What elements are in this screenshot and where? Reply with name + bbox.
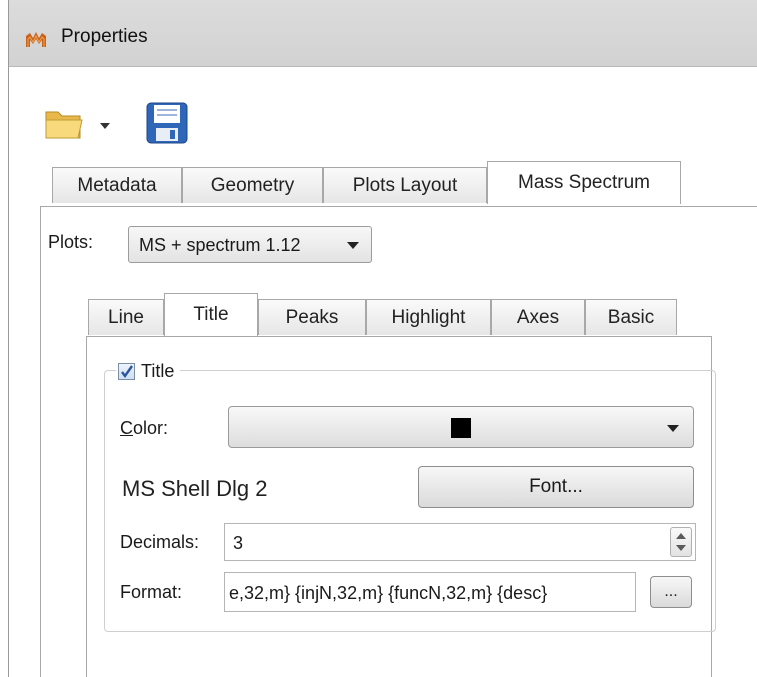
- plots-dropdown[interactable]: MS + spectrum 1.12: [128, 226, 372, 263]
- chevron-down-icon: [347, 242, 359, 249]
- tab-highlight[interactable]: Highlight: [366, 299, 491, 335]
- spin-up-icon[interactable]: [676, 533, 686, 539]
- decimals-value: 3: [233, 533, 244, 553]
- tab-plots-layout[interactable]: Plots Layout: [323, 167, 487, 203]
- spin-down-icon[interactable]: [676, 545, 686, 551]
- title-checkbox-label: Title: [141, 360, 175, 381]
- checkmark-icon: [121, 364, 133, 378]
- tab-title[interactable]: Title: [164, 293, 258, 336]
- color-dropdown[interactable]: [228, 406, 694, 448]
- spin-buttons[interactable]: [670, 527, 692, 557]
- tab-peaks[interactable]: Peaks: [258, 299, 366, 335]
- decimals-spinbox[interactable]: 3: [224, 523, 696, 561]
- tab-line[interactable]: Line: [88, 299, 164, 335]
- folder-open-icon: [45, 111, 110, 139]
- properties-app-icon: [26, 32, 46, 47]
- color-swatch: [451, 418, 471, 438]
- font-name-label: MS Shell Dlg 2: [122, 476, 268, 501]
- window-title: Properties: [61, 26, 148, 47]
- color-label: Color:: [120, 418, 168, 439]
- plots-selected-value: MS + spectrum 1.12: [139, 235, 301, 255]
- tab-geometry[interactable]: Geometry: [182, 167, 323, 203]
- save-disk-icon: [146, 102, 188, 144]
- color-label-mnemonic: C: [120, 418, 133, 438]
- title-checkbox[interactable]: [118, 362, 135, 380]
- format-value: e,32,m} {injN,32,m} {funcN,32,m} {desc}: [229, 583, 548, 603]
- format-label: Format:: [120, 582, 183, 602]
- format-ellipsis-button[interactable]: ...: [650, 576, 692, 608]
- title-bar: Properties: [9, 0, 757, 67]
- save-button[interactable]: [144, 100, 190, 146]
- format-input[interactable]: e,32,m} {injN,32,m} {funcN,32,m} {desc}: [224, 572, 636, 612]
- chevron-down-icon: [667, 425, 679, 432]
- tab-axes[interactable]: Axes: [491, 299, 585, 335]
- title-group-header: Title: [116, 358, 181, 384]
- decimals-label: Decimals:: [120, 532, 200, 552]
- plots-label: Plots:: [48, 232, 94, 252]
- tab-metadata[interactable]: Metadata: [52, 167, 182, 203]
- tab-mass-spectrum[interactable]: Mass Spectrum: [487, 161, 681, 204]
- color-label-rest: olor:: [133, 418, 169, 438]
- font-button[interactable]: Font...: [418, 466, 694, 508]
- tab-basic[interactable]: Basic: [585, 299, 677, 335]
- open-folder-button[interactable]: [44, 108, 114, 142]
